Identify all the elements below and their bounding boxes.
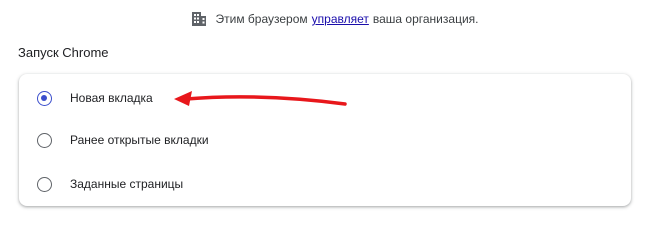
building-icon (191, 12, 206, 26)
startup-option-label: Ранее открытые вкладки (70, 133, 209, 147)
startup-option-new-tab[interactable]: Новая вкладка (19, 83, 631, 113)
radio-button-checked[interactable] (37, 90, 52, 106)
startup-section-title: Запуск Chrome (18, 45, 109, 60)
startup-options-card: Новая вкладка Ранее открытые вкладки Зад… (19, 74, 631, 206)
managed-by-organization-banner: Этим браузером управляет ваша организаци… (0, 10, 668, 28)
startup-option-specific-pages[interactable]: Заданные страницы (19, 169, 631, 199)
settings-page: Этим браузером управляет ваша организаци… (0, 0, 668, 241)
radio-button[interactable] (37, 176, 52, 192)
radio-button[interactable] (37, 132, 52, 148)
startup-option-continue[interactable]: Ранее открытые вкладки (19, 125, 631, 155)
managed-banner-suffix: ваша организация. (372, 12, 479, 26)
managed-banner-prefix: Этим браузером (215, 12, 308, 26)
managed-by-link[interactable]: управляет (312, 12, 369, 26)
startup-option-label: Новая вкладка (70, 91, 153, 105)
startup-option-label: Заданные страницы (70, 177, 184, 191)
